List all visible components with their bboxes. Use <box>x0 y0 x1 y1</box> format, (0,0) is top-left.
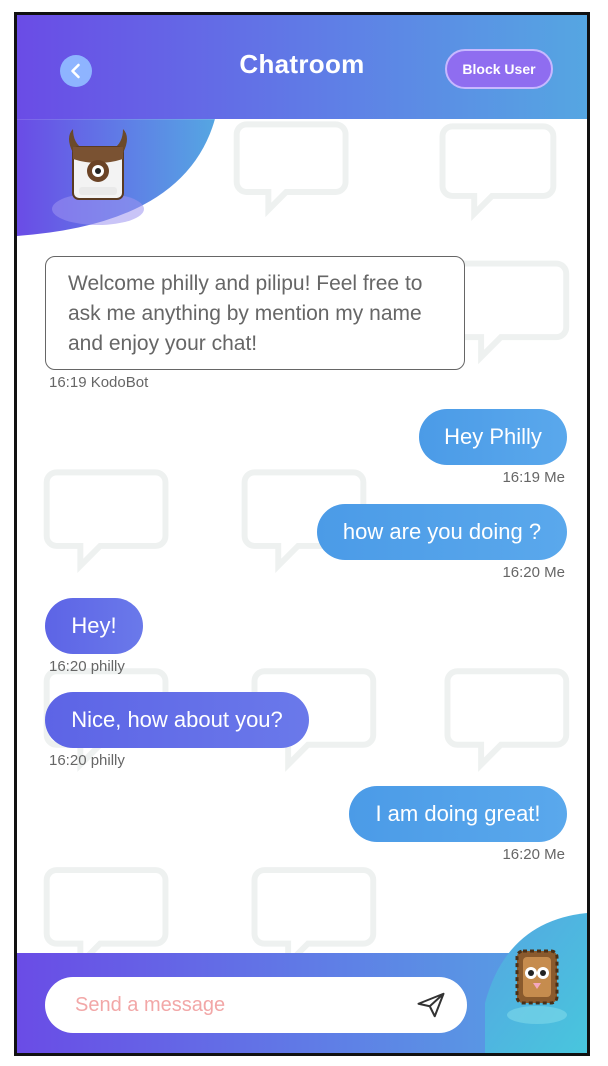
message-composer <box>45 977 467 1033</box>
message-meta: 16:20 Me <box>502 846 565 863</box>
block-user-button[interactable]: Block User <box>445 49 553 89</box>
message-bubble-me: I am doing great! <box>349 786 567 842</box>
kodobot-avatar <box>52 129 144 225</box>
message-input[interactable] <box>73 992 413 1018</box>
message-meta: 16:19 KodoBot <box>49 374 149 391</box>
message-meta: 16:20 Me <box>502 564 565 581</box>
message-bubble-philly: Nice, how about you? <box>45 692 309 748</box>
message-bubble-philly: Hey! <box>45 598 143 654</box>
message-bubble-bot: Welcome philly and pilipu! Feel free to … <box>45 256 465 370</box>
send-button[interactable] <box>413 987 449 1023</box>
send-paper-plane-icon <box>417 992 445 1018</box>
message-bubble-me: Hey Philly <box>419 409 567 465</box>
message-meta: 16:20 philly <box>49 658 125 675</box>
message-bubble-me: how are you doing ? <box>317 504 567 560</box>
chat-screen: Chatroom Block User Welcome philly and p… <box>14 12 590 1056</box>
message-meta: 16:20 philly <box>49 752 125 769</box>
message-meta: 16:19 Me <box>502 469 565 486</box>
user-avatar <box>507 949 567 1024</box>
